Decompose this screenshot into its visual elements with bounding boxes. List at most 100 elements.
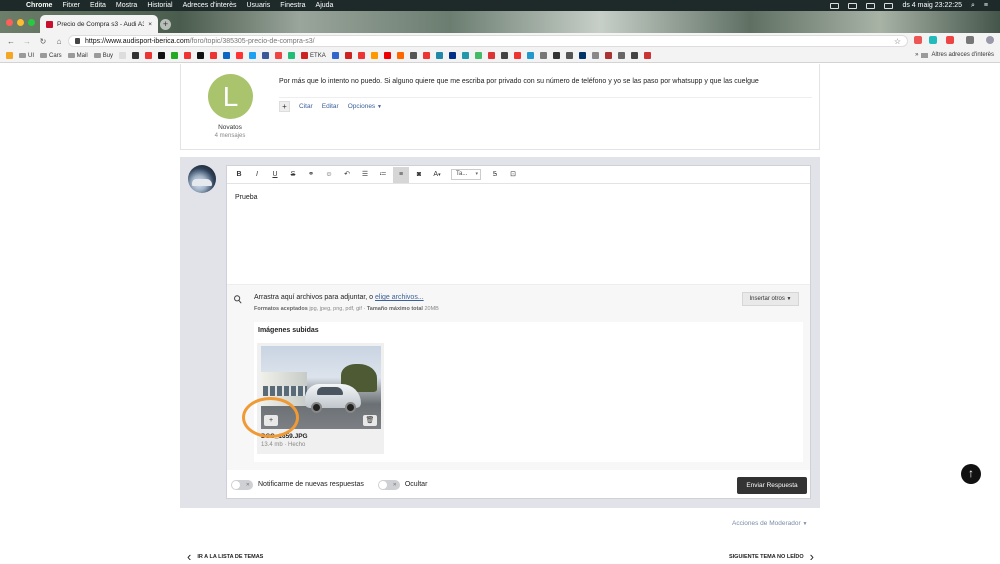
- extension-icon[interactable]: [929, 36, 937, 44]
- bookmark-icon[interactable]: [275, 52, 283, 59]
- menu-file[interactable]: Fitxer: [62, 2, 80, 9]
- extension-icon[interactable]: [946, 36, 954, 44]
- bookmark-folder-cars[interactable]: Cars: [40, 53, 62, 59]
- quote-link[interactable]: Citar: [299, 103, 313, 110]
- forward-arrow-icon[interactable]: →: [22, 37, 32, 46]
- options-dropdown[interactable]: Opciones ▼: [348, 103, 382, 110]
- menu-list-icon[interactable]: ≡: [984, 2, 988, 9]
- menu-window[interactable]: Finestra: [280, 2, 305, 9]
- menu-edit[interactable]: Edita: [90, 2, 106, 9]
- bookmark-icon[interactable]: [604, 52, 612, 59]
- undo-icon[interactable]: ↶: [339, 167, 355, 183]
- minimize-window-icon[interactable]: [17, 19, 24, 26]
- choose-files-link[interactable]: elige archivos...: [375, 294, 424, 301]
- bookmark-icon[interactable]: [565, 52, 573, 59]
- bookmark-folder-buy[interactable]: Buy: [93, 53, 113, 59]
- bookmark-icon[interactable]: [526, 52, 534, 59]
- bookmark-icon[interactable]: [578, 52, 586, 59]
- bookmark-icon[interactable]: [487, 52, 495, 59]
- bookmark-etka[interactable]: ETKA: [301, 52, 326, 59]
- menu-app[interactable]: Chrome: [26, 2, 52, 9]
- menu-users[interactable]: Usuaris: [247, 2, 271, 9]
- insert-other-button[interactable]: Insertar otros ▼: [742, 292, 799, 306]
- bookmark-icon[interactable]: [396, 52, 404, 59]
- apps-icon[interactable]: [6, 52, 13, 59]
- status-icon[interactable]: [830, 2, 840, 9]
- other-bookmarks[interactable]: » Altres adreces d'interès: [911, 52, 994, 58]
- bookmark-icon[interactable]: [383, 52, 391, 59]
- delete-trash-icon[interactable]: 🗑: [363, 415, 377, 426]
- bookmark-icon[interactable]: [435, 52, 443, 59]
- bookmark-folder-ui[interactable]: UI: [19, 53, 34, 59]
- underline-button[interactable]: U: [267, 167, 283, 183]
- bookmark-icon[interactable]: [448, 52, 456, 59]
- back-to-topics-link[interactable]: ‹ IR A LA LISTA DE TEMAS: [187, 550, 263, 563]
- spoiler-icon[interactable]: ◙: [411, 167, 427, 183]
- battery-icon[interactable]: [884, 2, 894, 9]
- bookmark-icon[interactable]: [132, 52, 140, 59]
- preview-icon[interactable]: ⊡: [505, 167, 521, 183]
- avatar[interactable]: L: [208, 74, 253, 119]
- send-reply-button[interactable]: Enviar Respuesta: [737, 477, 807, 494]
- close-window-icon[interactable]: [6, 19, 13, 26]
- bookmark-icon[interactable]: [331, 52, 339, 59]
- bookmark-folder-mail[interactable]: Mail: [67, 53, 88, 59]
- bookmark-icon[interactable]: [119, 52, 127, 59]
- bookmark-icon[interactable]: [500, 52, 508, 59]
- bookmark-icon[interactable]: [197, 52, 205, 59]
- moderator-actions-dropdown[interactable]: Acciones de Moderador ▼: [732, 520, 807, 527]
- menu-history[interactable]: Historial: [147, 2, 172, 9]
- wifi-icon[interactable]: [866, 2, 876, 9]
- menu-bookmarks[interactable]: Adreces d'interès: [183, 2, 237, 9]
- bookmark-icon[interactable]: [249, 52, 257, 59]
- bookmark-icon[interactable]: [643, 52, 651, 59]
- bookmark-icon[interactable]: [552, 52, 560, 59]
- home-icon[interactable]: ⌂: [54, 37, 64, 46]
- bookmark-icon[interactable]: [370, 52, 378, 59]
- bookmark-icon[interactable]: [288, 52, 296, 59]
- search-icon[interactable]: ⌕: [971, 2, 975, 10]
- numbered-list-icon[interactable]: ≔: [375, 167, 391, 183]
- bookmark-icon[interactable]: [184, 52, 192, 59]
- bookmark-star-icon[interactable]: ☆: [894, 37, 901, 46]
- next-unread-link[interactable]: SIGUIENTE TEMA NO LEÍDO ›: [729, 550, 814, 563]
- bookmark-icon[interactable]: [344, 52, 352, 59]
- bookmark-icon[interactable]: [145, 52, 153, 59]
- italic-button[interactable]: I: [249, 167, 265, 183]
- new-tab-button[interactable]: +: [160, 19, 171, 30]
- align-left-icon[interactable]: ≡: [393, 166, 409, 183]
- scroll-to-top-button[interactable]: ↑: [961, 464, 981, 484]
- extension-icon[interactable]: [966, 36, 974, 44]
- edit-link[interactable]: Editar: [322, 103, 339, 110]
- font-size-select[interactable]: Ta...: [451, 169, 481, 180]
- bookmark-icon[interactable]: [236, 52, 244, 59]
- back-arrow-icon[interactable]: ←: [6, 37, 16, 46]
- address-bar[interactable]: https://www.audisport-iberica.com/foro/t…: [68, 35, 908, 47]
- bookmark-icon[interactable]: [630, 52, 638, 59]
- hidden-toggle[interactable]: [377, 479, 400, 490]
- bookmark-icon[interactable]: [513, 52, 521, 59]
- bookmark-icon[interactable]: [539, 52, 547, 59]
- browser-tab[interactable]: Precio de Compra s3 - Audi A3 ×: [40, 15, 158, 33]
- multiquote-plus-button[interactable]: +: [279, 101, 290, 112]
- font-color-icon[interactable]: A▾: [429, 167, 445, 183]
- strikethrough-button[interactable]: S: [285, 167, 301, 183]
- menu-help[interactable]: Ajuda: [316, 2, 334, 9]
- bookmark-icon[interactable]: [158, 52, 166, 59]
- bookmark-icon[interactable]: [223, 52, 231, 59]
- bookmark-icon[interactable]: [617, 52, 625, 59]
- menu-view[interactable]: Mostra: [116, 2, 137, 9]
- bookmark-icon[interactable]: [422, 52, 430, 59]
- bookmark-icon[interactable]: [409, 52, 417, 59]
- zoom-window-icon[interactable]: [28, 19, 35, 26]
- bookmark-icon[interactable]: [171, 52, 179, 59]
- bold-button[interactable]: B: [231, 167, 247, 183]
- clear-format-icon[interactable]: Ꭶ: [487, 167, 503, 183]
- link-icon[interactable]: ⚭: [303, 167, 319, 183]
- reload-icon[interactable]: ↻: [38, 37, 48, 46]
- menubar-datetime[interactable]: ds 4 maig 23:22:25: [902, 2, 962, 9]
- bullet-list-icon[interactable]: ☰: [357, 167, 373, 183]
- bookmark-icon[interactable]: [262, 52, 270, 59]
- bookmark-icon[interactable]: [210, 52, 218, 59]
- bookmark-icon[interactable]: [357, 52, 365, 59]
